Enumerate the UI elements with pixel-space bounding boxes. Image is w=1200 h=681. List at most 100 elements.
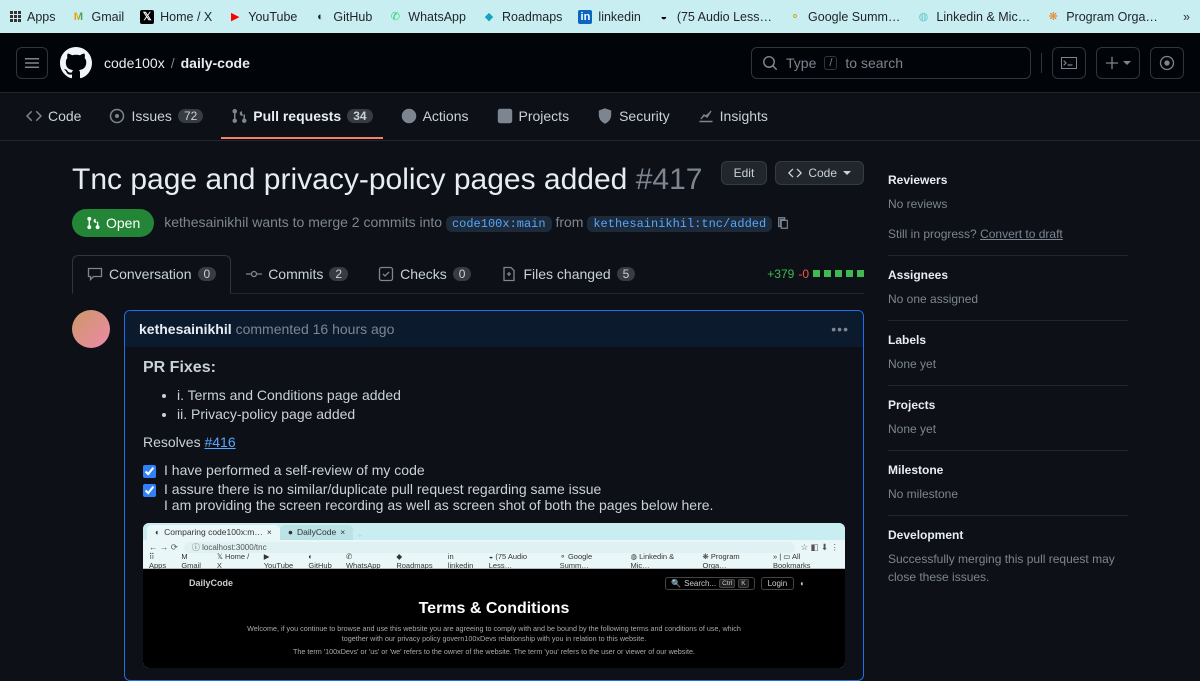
nav-actions[interactable]: Actions xyxy=(391,95,479,139)
bookmark-github[interactable]: ◐GitHub xyxy=(313,10,372,24)
code-icon xyxy=(26,108,42,124)
console-icon xyxy=(1061,55,1077,71)
nav-pull-requests[interactable]: Pull requests34 xyxy=(221,95,382,139)
nav-security[interactable]: Security xyxy=(587,95,680,139)
shield-icon xyxy=(597,108,613,124)
x-icon: 𝕏 xyxy=(140,10,154,24)
plus-icon xyxy=(1105,56,1119,70)
pr-sidebar: Reviewers No reviews Still in progress? … xyxy=(888,161,1128,681)
code-icon xyxy=(788,166,802,180)
tab-checks[interactable]: Checks0 xyxy=(363,255,486,293)
bookmark-apps[interactable]: Apps xyxy=(10,10,56,24)
diff-stats: +379 -0 xyxy=(767,255,864,293)
issues-button[interactable] xyxy=(1150,47,1184,79)
search-input[interactable]: Type / to search xyxy=(751,47,1031,79)
bookmark-google-summ[interactable]: ⚬Google Summ… xyxy=(788,10,900,24)
repo-nav: Code Issues72 Pull requests34 Actions Pr… xyxy=(0,93,1200,141)
bookmark-label: Apps xyxy=(27,10,56,24)
milestone-value: No milestone xyxy=(888,485,1128,503)
milestone-heading[interactable]: Milestone xyxy=(888,463,1128,477)
comment-header: kethesainikhil commented 16 hours ago ••… xyxy=(125,311,863,347)
actions-icon xyxy=(401,108,417,124)
pr-open-icon xyxy=(86,216,100,230)
breadcrumb: code100x / daily-code xyxy=(104,55,250,71)
bookmarks-more-button[interactable]: » xyxy=(1183,10,1190,24)
tab-conversation[interactable]: Conversation0 xyxy=(72,255,231,294)
reviewers-value: No reviews xyxy=(888,195,1128,213)
comment-heading: PR Fixes: xyxy=(143,359,845,377)
task-checkbox[interactable] xyxy=(143,484,156,497)
bookmark-linkedin-mic[interactable]: ◍Linkedin & Mic… xyxy=(916,10,1030,24)
pulls-counter: 34 xyxy=(347,109,372,123)
whatsapp-icon: ✆ xyxy=(388,10,402,24)
checks-icon xyxy=(378,266,394,282)
github-icon: ◐ xyxy=(313,10,327,24)
breadcrumb-sep: / xyxy=(171,55,175,71)
github-logo-icon[interactable] xyxy=(60,47,92,79)
roadmaps-icon: ◆ xyxy=(482,10,496,24)
list-item: i. Terms and Conditions page added xyxy=(177,387,845,403)
commits-icon xyxy=(246,266,262,282)
issue-link[interactable]: #416 xyxy=(204,434,235,450)
hamburger-menu-button[interactable] xyxy=(16,47,48,79)
nav-projects[interactable]: Projects xyxy=(487,95,580,139)
create-new-button[interactable] xyxy=(1096,47,1140,79)
youtube-icon: ▶ xyxy=(228,10,242,24)
list-item: ii. Privacy-policy page added xyxy=(177,406,845,422)
bookmark-program-orga[interactable]: ❋Program Orga… xyxy=(1046,10,1158,24)
state-badge-open: Open xyxy=(72,209,154,237)
embed-heading: Terms & Conditions xyxy=(183,600,805,618)
tab-files[interactable]: Files changed5 xyxy=(486,255,650,293)
breadcrumb-owner[interactable]: code100x xyxy=(104,55,165,71)
assignees-value: No one assigned xyxy=(888,290,1128,308)
menu-icon xyxy=(24,55,40,71)
pr-author[interactable]: kethesainikhil xyxy=(164,214,248,230)
search-kbd: / xyxy=(824,56,837,70)
breadcrumb-repo[interactable]: daily-code xyxy=(181,55,250,71)
development-value: Successfully merging this pull request m… xyxy=(888,550,1128,586)
copy-icon[interactable] xyxy=(776,216,790,230)
reviewers-heading[interactable]: Reviewers xyxy=(888,173,1128,187)
issues-icon xyxy=(109,108,125,124)
edit-button[interactable]: Edit xyxy=(721,161,768,185)
bookmark-linkedin[interactable]: inlinkedin xyxy=(578,10,640,24)
issues-counter: 72 xyxy=(178,109,203,123)
projects-icon xyxy=(497,108,513,124)
pr-tabs: Conversation0 Commits2 Checks0 Files cha… xyxy=(72,255,864,294)
comment-actions-button[interactable]: ••• xyxy=(831,321,849,337)
nav-insights[interactable]: Insights xyxy=(688,95,778,139)
apps-grid-icon xyxy=(10,11,21,22)
base-branch[interactable]: code100x:main xyxy=(446,216,552,232)
pr-number: #417 xyxy=(636,163,703,196)
tab-commits[interactable]: Commits2 xyxy=(231,255,363,293)
development-heading[interactable]: Development xyxy=(888,528,1128,542)
caret-down-icon xyxy=(843,169,851,177)
command-palette-button[interactable] xyxy=(1052,47,1086,79)
bookmark-home-x[interactable]: 𝕏Home / X xyxy=(140,10,212,24)
browser-bookmarks-bar: Apps MGmail 𝕏Home / X ▶YouTube ◐GitHub ✆… xyxy=(0,0,1200,33)
bookmark-gmail[interactable]: MGmail xyxy=(72,10,125,24)
projects-heading[interactable]: Projects xyxy=(888,398,1128,412)
nav-code[interactable]: Code xyxy=(16,95,91,139)
task-checkbox[interactable] xyxy=(143,465,156,478)
issue-circle-icon xyxy=(1159,55,1175,71)
bookmark-youtube[interactable]: ▶YouTube xyxy=(228,10,297,24)
comment-icon xyxy=(87,266,103,282)
comment-time[interactable]: 16 hours ago xyxy=(313,321,395,337)
head-branch[interactable]: kethesainikhil:tnc/added xyxy=(587,216,772,232)
convert-to-draft-link[interactable]: Convert to draft xyxy=(980,227,1063,241)
google-summ-icon: ⚬ xyxy=(788,10,802,24)
audio-icon: ◒ xyxy=(657,10,671,24)
pr-icon xyxy=(231,108,247,124)
bookmark-audio[interactable]: ◒(75 Audio Less… xyxy=(657,10,772,24)
gmail-icon: M xyxy=(72,10,86,24)
comment-author[interactable]: kethesainikhil xyxy=(139,321,232,337)
projects-value: None yet xyxy=(888,420,1128,438)
code-dropdown-button[interactable]: Code xyxy=(775,161,864,185)
nav-issues[interactable]: Issues72 xyxy=(99,95,213,139)
assignees-heading[interactable]: Assignees xyxy=(888,268,1128,282)
avatar[interactable] xyxy=(72,310,110,348)
bookmark-roadmaps[interactable]: ◆Roadmaps xyxy=(482,10,562,24)
bookmark-whatsapp[interactable]: ✆WhatsApp xyxy=(388,10,466,24)
labels-heading[interactable]: Labels xyxy=(888,333,1128,347)
